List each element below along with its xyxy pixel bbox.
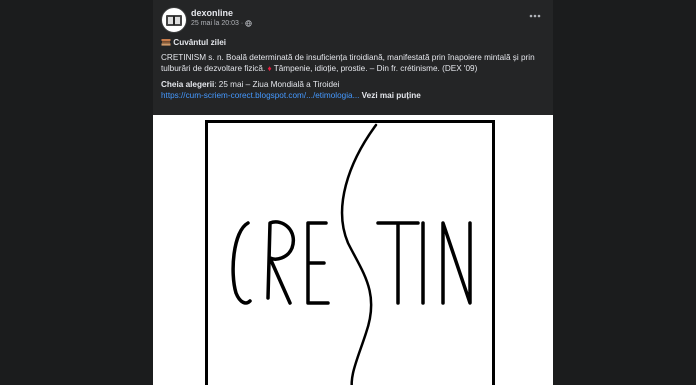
letters-right [376, 221, 472, 305]
cretin-illustration [231, 123, 472, 385]
post-time[interactable]: 25 mai la 20:03 [191, 20, 239, 27]
page-avatar[interactable] [161, 7, 187, 33]
post-meta: 25 mai la 20:03 · [191, 20, 252, 27]
letters-left [231, 220, 330, 305]
choice-label: Cheia alegerii [161, 79, 215, 89]
blog-link[interactable]: https://cum-scriem-corect.blogspot.com/.… [161, 91, 359, 100]
avatar-logo-icon [166, 15, 182, 26]
red-diamond-icon: ♦ [267, 64, 272, 73]
more-options-button[interactable] [529, 11, 541, 19]
page-name[interactable]: dexonline [191, 8, 233, 18]
long-s-curve [340, 123, 378, 385]
post-header: dexonline 25 mai la 20:03 · [161, 7, 545, 37]
post-image[interactable] [153, 115, 553, 385]
post-card: dexonline 25 mai la 20:03 · Cuvântul zil… [153, 0, 553, 385]
post-title: Cuvântul zilei [173, 38, 227, 47]
image-frame [205, 120, 495, 385]
link-line: https://cum-scriem-corect.blogspot.com/.… [161, 90, 545, 102]
meta-separator: · [240, 20, 244, 27]
globe-icon [245, 20, 252, 27]
post-text: Cuvântul zilei CRETINISM s. n. Boală det… [161, 37, 545, 102]
choice-text: : 25 mai – Ziua Mondială a Tiroidei [214, 79, 340, 89]
book-stack-icon [161, 39, 171, 46]
definition-paragraph: CRETINISM s. n. Boală determinată de ins… [161, 52, 545, 75]
choice-line: Cheia alegerii: 25 mai – Ziua Mondială a… [161, 79, 545, 91]
figurative-text: Tâmpenie, idioție, prostie. – Din fr. cr… [273, 64, 478, 73]
more-options-icon [529, 14, 541, 18]
post-title-line: Cuvântul zilei [161, 37, 545, 49]
see-less-button[interactable]: Vezi mai puține [362, 91, 421, 100]
